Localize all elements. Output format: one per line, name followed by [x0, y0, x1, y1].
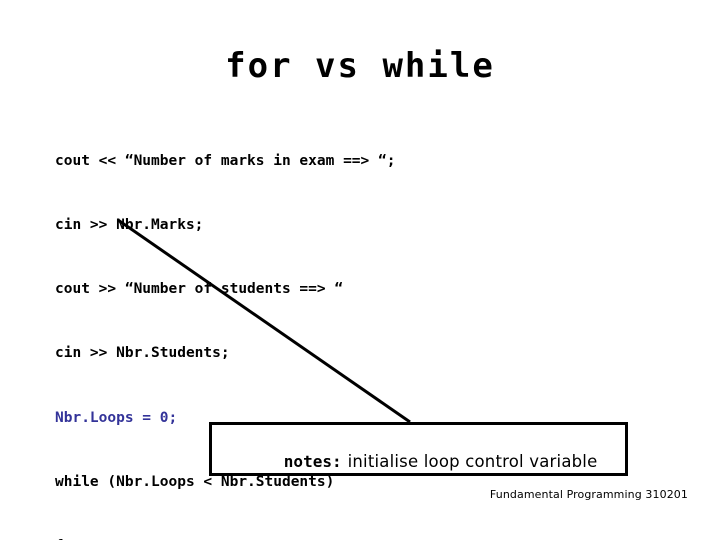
page-title: for vs while: [225, 46, 495, 86]
code-line: cin >> Nbr.Students;: [55, 345, 230, 362]
slide-canvas: for vs while cout << “Number of marks in…: [0, 0, 720, 540]
code-line: cout << “Number of marks in exam ==> “;: [55, 152, 396, 169]
code-line: cout >> “Number of students ==> “: [55, 281, 344, 298]
code-line: {: [55, 536, 675, 540]
notes-label: notes:: [283, 452, 342, 471]
footer-text: Fundamental Programming 310201: [489, 488, 688, 501]
notes-content: notes: initialise loop control variable: [226, 433, 597, 490]
code-line: cin >> Nbr.Marks;: [55, 217, 204, 234]
notes-text: initialise loop control variable: [347, 452, 598, 471]
notes-box: notes: initialise loop control variable: [209, 422, 628, 476]
